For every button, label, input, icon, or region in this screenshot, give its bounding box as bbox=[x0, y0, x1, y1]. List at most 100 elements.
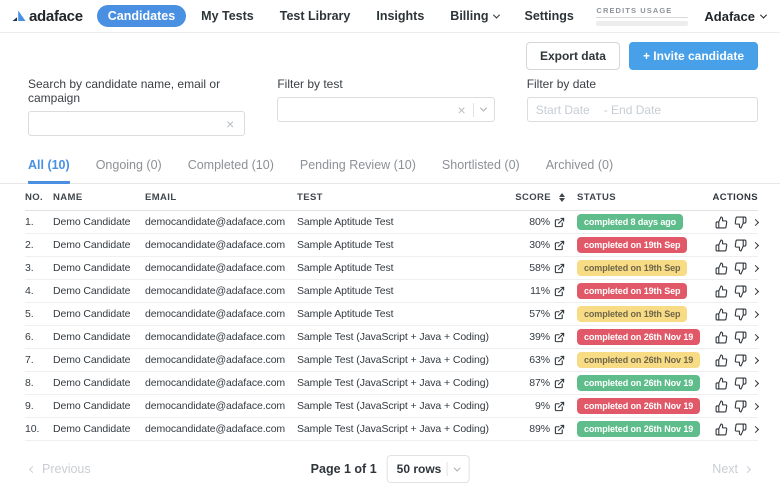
search-input[interactable] bbox=[37, 116, 225, 131]
thumbs-down-icon[interactable] bbox=[734, 377, 747, 390]
chevron-right-icon[interactable] bbox=[751, 287, 760, 295]
table-row[interactable]: 3. Demo Candidate democandidate@adaface.… bbox=[25, 257, 760, 280]
next-button[interactable]: Next bbox=[712, 462, 752, 476]
row-number: 4. bbox=[25, 285, 34, 297]
clear-search-icon[interactable]: × bbox=[224, 117, 236, 131]
table-row[interactable]: 8. Demo Candidate democandidate@adaface.… bbox=[25, 372, 760, 395]
nav-item-settings[interactable]: Settings bbox=[514, 5, 585, 27]
thumbs-up-icon[interactable] bbox=[715, 423, 728, 436]
previous-button[interactable]: Previous bbox=[28, 462, 91, 476]
external-link-icon[interactable] bbox=[554, 355, 565, 366]
table-row[interactable]: 5. Demo Candidate democandidate@adaface.… bbox=[25, 303, 760, 326]
actions-cell bbox=[701, 308, 760, 321]
thumbs-up-icon[interactable] bbox=[715, 239, 728, 252]
chevron-right-icon[interactable] bbox=[751, 356, 760, 364]
thumbs-up-icon[interactable] bbox=[715, 262, 728, 275]
status-badge: completed on 26th Nov 19 bbox=[577, 421, 701, 437]
score-cell: 89% bbox=[509, 423, 565, 435]
start-date-placeholder: Start Date bbox=[535, 102, 590, 117]
thumbs-down-icon[interactable] bbox=[734, 285, 747, 298]
nav-item-insights[interactable]: Insights bbox=[365, 5, 435, 27]
external-link-icon[interactable] bbox=[554, 401, 565, 412]
tab-completed[interactable]: Completed (10) bbox=[188, 158, 274, 184]
chevron-right-icon[interactable] bbox=[751, 310, 760, 318]
thumbs-down-icon[interactable] bbox=[734, 216, 747, 229]
external-link-icon[interactable] bbox=[554, 217, 565, 228]
credits-usage[interactable]: CREDITS USAGE bbox=[596, 6, 689, 26]
nav-item-my-tests[interactable]: My Tests bbox=[190, 5, 265, 27]
status-cell: completed 8 days ago bbox=[565, 214, 701, 230]
table-row[interactable]: 10. Demo Candidate democandidate@adaface… bbox=[25, 418, 760, 441]
external-link-icon[interactable] bbox=[554, 263, 565, 274]
table-row[interactable]: 4. Demo Candidate democandidate@adaface.… bbox=[25, 280, 760, 303]
external-link-icon[interactable] bbox=[554, 378, 565, 389]
tab-ongoing[interactable]: Ongoing (0) bbox=[96, 158, 162, 184]
thumbs-down-icon[interactable] bbox=[734, 354, 747, 367]
external-link-icon[interactable] bbox=[554, 240, 565, 251]
clear-test-filter-icon[interactable]: × bbox=[456, 103, 468, 117]
score-value: 89% bbox=[529, 423, 550, 435]
chevron-right-icon[interactable] bbox=[751, 241, 760, 249]
tab-pending-review[interactable]: Pending Review (10) bbox=[300, 158, 416, 184]
tab-all[interactable]: All (10) bbox=[28, 158, 70, 184]
thumbs-up-icon[interactable] bbox=[715, 216, 728, 229]
thumbs-down-icon[interactable] bbox=[734, 239, 747, 252]
chevron-right-icon[interactable] bbox=[751, 379, 760, 387]
rows-per-page-select[interactable]: 50 rows bbox=[386, 455, 470, 483]
row-number: 6. bbox=[25, 331, 34, 343]
col-score[interactable]: SCORE bbox=[509, 192, 565, 203]
tab-archived[interactable]: Archived (0) bbox=[546, 158, 613, 184]
invite-candidate-button[interactable]: + Invite candidate bbox=[628, 42, 758, 70]
table-row[interactable]: 1. Demo Candidate democandidate@adaface.… bbox=[25, 211, 760, 234]
external-link-icon[interactable] bbox=[554, 286, 565, 297]
status-cell: completed on 26th Nov 19 bbox=[565, 398, 701, 414]
chevron-down-icon[interactable] bbox=[479, 104, 487, 112]
thumbs-up-icon[interactable] bbox=[715, 285, 728, 298]
candidate-name: Demo Candidate bbox=[53, 216, 131, 228]
external-link-icon[interactable] bbox=[554, 424, 565, 435]
score-value: 58% bbox=[529, 262, 550, 274]
candidate-name: Demo Candidate bbox=[53, 354, 131, 366]
page-info: Page 1 of 1 bbox=[310, 462, 377, 476]
candidate-name: Demo Candidate bbox=[53, 377, 131, 389]
thumbs-down-icon[interactable] bbox=[734, 308, 747, 321]
external-link-icon[interactable] bbox=[554, 309, 565, 320]
score-value: 9% bbox=[535, 400, 550, 412]
thumbs-down-icon[interactable] bbox=[734, 331, 747, 344]
adaface-logo[interactable]: adaface bbox=[12, 8, 83, 25]
tab-shortlisted[interactable]: Shortlisted (0) bbox=[442, 158, 520, 184]
candidate-name: Demo Candidate bbox=[53, 331, 131, 343]
status-badge: completed on 26th Nov 19 bbox=[577, 375, 701, 391]
score-cell: 39% bbox=[509, 331, 565, 343]
thumbs-down-icon[interactable] bbox=[734, 423, 747, 436]
candidate-email: democandidate@adaface.com bbox=[145, 400, 286, 412]
chevron-right-icon[interactable] bbox=[751, 218, 760, 226]
export-data-button[interactable]: Export data bbox=[525, 42, 620, 70]
thumbs-up-icon[interactable] bbox=[715, 377, 728, 390]
table-row[interactable]: 9. Demo Candidate democandidate@adaface.… bbox=[25, 395, 760, 418]
account-menu[interactable]: Adaface bbox=[704, 9, 768, 24]
nav-item-billing[interactable]: Billing bbox=[439, 5, 509, 27]
table-row[interactable]: 6. Demo Candidate democandidate@adaface.… bbox=[25, 326, 760, 349]
chevron-right-icon[interactable] bbox=[751, 333, 760, 341]
table-header: NO. NAME EMAIL TEST SCORE STATUS ACTIONS bbox=[25, 184, 758, 211]
chevron-right-icon[interactable] bbox=[751, 264, 760, 272]
table-row[interactable]: 2. Demo Candidate democandidate@adaface.… bbox=[25, 234, 760, 257]
thumbs-up-icon[interactable] bbox=[715, 331, 728, 344]
test-filter-input[interactable] bbox=[286, 102, 456, 117]
nav-item-candidates[interactable]: Candidates bbox=[96, 5, 187, 27]
chevron-right-icon[interactable] bbox=[751, 402, 760, 410]
nav-item-test-library[interactable]: Test Library bbox=[269, 5, 362, 27]
thumbs-down-icon[interactable] bbox=[734, 400, 747, 413]
col-status: STATUS bbox=[577, 191, 616, 203]
thumbs-up-icon[interactable] bbox=[715, 354, 728, 367]
date-range-input[interactable]: Start Date - End Date bbox=[526, 97, 758, 122]
chevron-right-icon[interactable] bbox=[751, 425, 760, 433]
search-label: Search by candidate name, email or campa… bbox=[28, 77, 221, 105]
candidate-email: democandidate@adaface.com bbox=[145, 354, 286, 366]
table-row[interactable]: 7. Demo Candidate democandidate@adaface.… bbox=[25, 349, 760, 372]
thumbs-down-icon[interactable] bbox=[734, 262, 747, 275]
thumbs-up-icon[interactable] bbox=[715, 308, 728, 321]
external-link-icon[interactable] bbox=[554, 332, 565, 343]
thumbs-up-icon[interactable] bbox=[715, 400, 728, 413]
